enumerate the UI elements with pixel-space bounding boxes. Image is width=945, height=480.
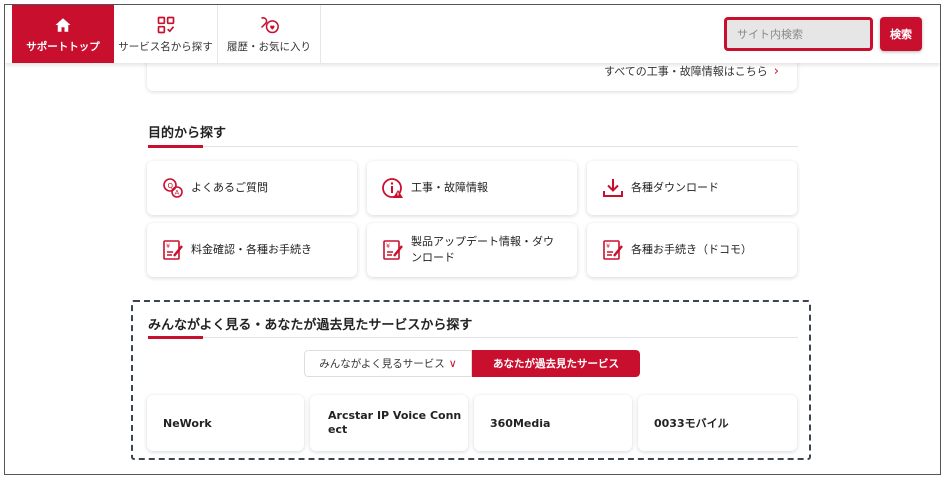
info-alert-icon [381,176,405,200]
checklist-grid-icon [156,14,176,36]
nav-label: サービス名から探す [118,41,213,53]
tab-popular-services[interactable]: みんながよく見るサービス ∨ [304,350,472,377]
service-label: 360Media [490,416,551,430]
download-icon [601,176,625,200]
card-docomo-procedures[interactable]: ¥ 各種お手続き（ドコモ） [587,223,797,277]
tab-label: あなたが過去見たサービス [493,358,619,370]
faq-icon: Q A [161,176,185,200]
tab-label: みんながよく見るサービス [319,358,445,370]
site-header: サポートトップ サービス名から探す 履歴・お気に入り 検索 [5,5,940,63]
bookmark-heart-icon [258,14,280,36]
service-card-nework[interactable]: NeWork [147,395,304,451]
link-label: すべての工事・故障情報はこちら [604,65,768,78]
nav-history-favorites[interactable]: 履歴・お気に入り [218,5,321,63]
svg-text:Q: Q [168,182,174,190]
card-label: 料金確認・各種お手続き [191,243,312,257]
page-frame: サポートトップ サービス名から探す 履歴・お気に入り 検索 [4,4,941,475]
card-label: よくあるご質問 [191,181,268,195]
yen-form-icon: ¥ [161,238,185,262]
service-card-row: NeWork Arcstar IP Voice Connect 360Media… [147,395,797,451]
all-incident-info-link[interactable]: すべての工事・故障情報はこちら › [604,63,779,79]
chevron-down-icon: ∨ [448,357,457,370]
card-label: 製品アップデート情報・ダウンロード [411,235,554,264]
service-card-360media[interactable]: 360Media [474,395,632,451]
title-divider [148,145,798,148]
purpose-card-grid: Q A よくあるご質問 工事・故障情報 各種ダウンロード ¥ 料金確認・各種お手… [147,161,797,277]
card-downloads[interactable]: 各種ダウンロード [587,161,797,215]
chevron-right-icon: › [773,63,779,79]
tab-recently-viewed-services[interactable]: あなたが過去見たサービス [472,350,640,377]
svg-text:¥: ¥ [386,242,390,250]
home-icon [54,14,72,36]
service-tab-toggle: みんながよく見るサービス ∨ あなたが過去見たサービス [304,350,640,377]
service-card-arcstar[interactable]: Arcstar IP Voice Connect [310,395,468,451]
svg-text:¥: ¥ [606,242,610,250]
card-label: 工事・故障情報 [411,181,488,195]
title-accent-bar [148,336,203,339]
purpose-section-title: 目的から探す [148,126,227,141]
services-section-title: みんながよく見る・あなたが過去見たサービスから探す [148,318,473,333]
card-billing-procedures[interactable]: ¥ 料金確認・各種お手続き [147,223,357,277]
title-divider [148,336,798,339]
nav-label: 履歴・お気に入り [227,41,311,53]
title-accent-bar [148,145,203,148]
yen-form-icon: ¥ [601,238,625,262]
card-construction-fault-info[interactable]: 工事・故障情報 [367,161,577,215]
card-label: 各種お手続き（ドコモ） [631,243,752,257]
service-label: NeWork [163,416,212,430]
site-search-input[interactable] [724,17,873,51]
nav-label: サポートトップ [26,41,100,53]
card-product-updates[interactable]: ¥ 製品アップデート情報・ダウンロード [367,223,577,277]
svg-text:¥: ¥ [166,242,170,250]
service-card-0033-mobile[interactable]: 0033モバイル [638,395,797,451]
nav-support-top[interactable]: サポートトップ [12,5,114,63]
nav-search-by-service[interactable]: サービス名から探す [114,5,218,63]
card-faq[interactable]: Q A よくあるご質問 [147,161,357,215]
card-label: 各種ダウンロード [631,181,719,195]
search-button[interactable]: 検索 [880,17,922,51]
service-label: 0033モバイル [654,417,729,430]
svg-text:A: A [175,189,180,197]
yen-form-icon: ¥ [381,238,405,262]
service-label: Arcstar IP Voice Connect [328,409,462,436]
